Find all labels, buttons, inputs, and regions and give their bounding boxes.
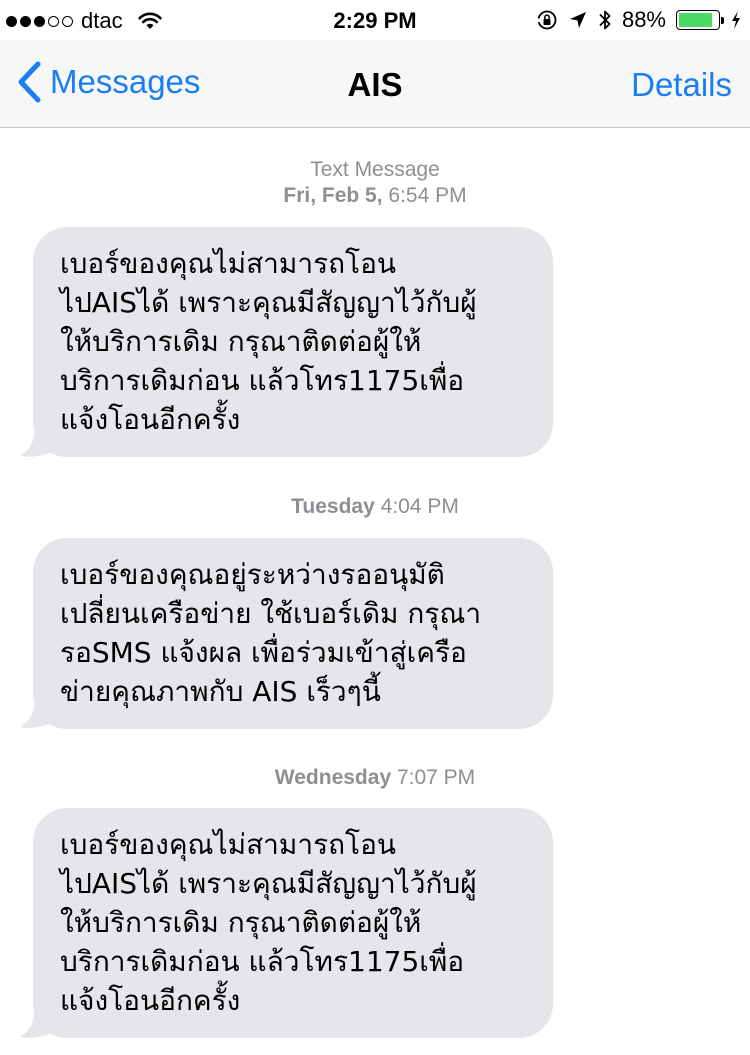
chevron-left-icon [18,61,41,103]
message-line: เบอร์ของคุณอยู่ระหว่างรออนุมัติ [60,558,445,591]
bubble-tail [20,703,52,728]
bubble-tail [20,1013,52,1038]
bluetooth-icon [599,10,611,30]
signal-strength-icon [6,15,73,27]
message-line: แจ้งโอนอีกครั้ง [60,403,241,436]
timestamp-time: 6:54 PM [388,184,467,207]
back-button[interactable]: Messages [16,60,200,104]
timestamp-day: Fri, Feb 5, [283,184,383,207]
bubble-tail [20,432,52,457]
message-bubble[interactable]: เบอร์ของคุณอยู่ระหว่างรออนุมัติ เปลี่ยนเ… [33,538,553,729]
charging-bolt-icon [732,11,740,29]
message-line: ไปAISได้ เพราะคุณมีสัญญาไว้กับผู้ [60,286,477,319]
timestamp-day: Tuesday [291,495,375,518]
message-bubble[interactable]: เบอร์ของคุณไม่สามารถโอน ไปAISได้ เพราะคุ… [33,808,553,1038]
message-line: บริการเดิมก่อน แล้วโทร1175เพื่อ [60,364,465,397]
message-line: ให้บริการเดิม กรุณาติดต่อผู้ให้ [60,906,422,939]
signal-dot [48,15,59,27]
orientation-lock-icon [536,10,557,30]
timestamp-time: 4:04 PM [380,495,459,518]
timestamp: Fri, Feb 5, 6:54 PM [0,182,750,209]
message-line: บริการเดิมก่อน แล้วโทร1175เพื่อ [60,945,465,978]
message-line: ให้บริการเดิม กรุณาติดต่อผู้ให้ [60,325,422,358]
message-line: เปลี่ยนเครือข่าย ใช้เบอร์เดิม กรุณา [60,597,482,630]
navigation-bar: Messages AIS Details [0,40,750,128]
message-line: ไปAISได้ เพราะคุณมีสัญญาไว้กับผู้ [60,867,477,900]
location-arrow-icon [569,12,586,28]
back-button-label: Messages [50,63,201,100]
signal-dot [34,15,45,27]
carrier-name: dtac [81,8,123,33]
message-line: แจ้งโอนอีกครั้ง [60,984,241,1017]
message-bubble[interactable]: เบอร์ของคุณไม่สามารถโอน ไปAISได้ เพราะคุ… [33,227,553,457]
details-button[interactable]: Details [631,66,732,104]
signal-dot [62,15,73,27]
wifi-icon [137,12,162,29]
message-line: รอSMS แจ้งผล เพื่อร่วมเข้าสู่เครือ [60,636,467,669]
signal-dot [20,15,31,27]
status-bar: dtac 2:29 PM 88% [0,0,750,40]
battery-percentage: 88% [621,7,666,32]
timestamp: Wednesday 7:07 PM [0,764,750,791]
message-line: เบอร์ของคุณไม่สามารถโอน [60,828,397,861]
status-bar-right: 88% [536,7,742,33]
message-line: ข่ายคุณภาพกับ AIS เร็วๆนี้ [60,675,381,708]
timestamp: Tuesday 4:04 PM [0,493,750,520]
timestamp-time: 7:07 PM [396,766,476,789]
timestamp-day: Wednesday [274,766,392,789]
status-bar-left: dtac [6,8,163,34]
battery-icon [676,10,724,30]
thread-header-label: Text Message [310,158,440,181]
battery-level-fill [679,13,713,27]
signal-dot [6,15,17,27]
message-line: เบอร์ของคุณไม่สามารถโอน [60,247,397,280]
